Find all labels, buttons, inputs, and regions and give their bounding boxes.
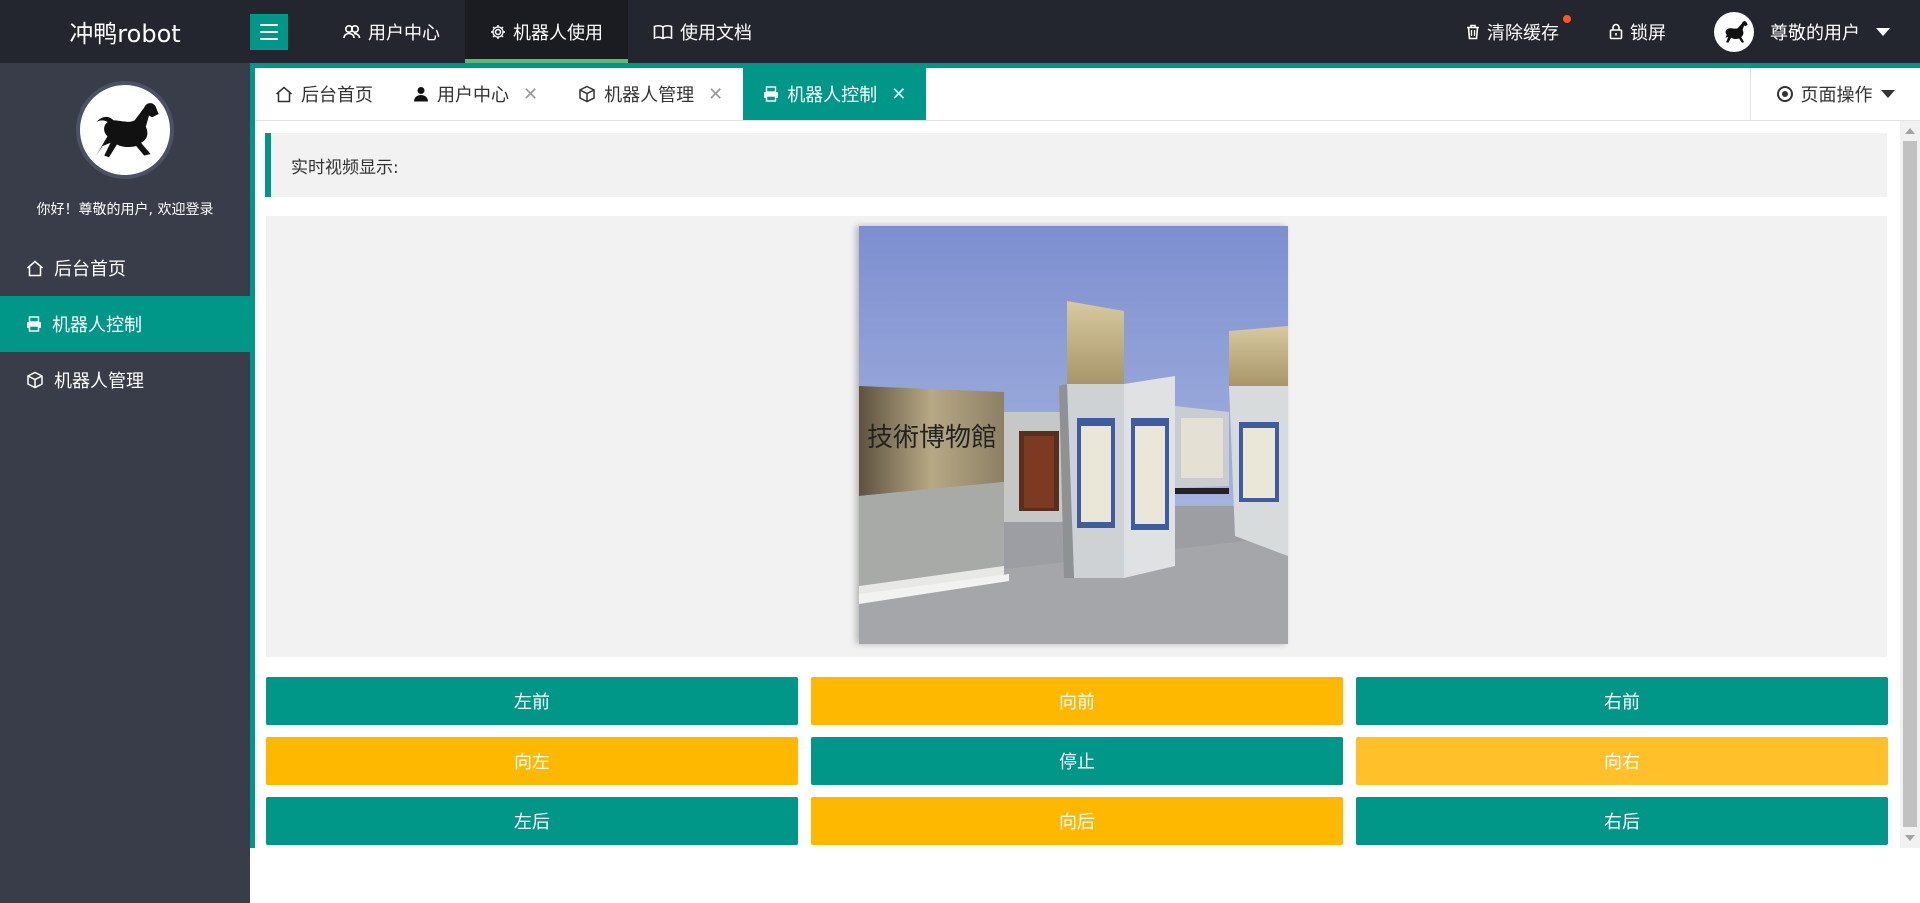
top-header: 冲鸭robot 用户中心 机器人使用 使用文档 清除缓存 锁屏 尊敬的用户 <box>0 0 1920 63</box>
top-nav-item-robot-use[interactable]: 机器人使用 <box>465 0 628 63</box>
top-nav-label: 机器人使用 <box>513 22 603 44</box>
forward-button[interactable]: 向前 <box>811 677 1343 725</box>
sidebar-item-home[interactable]: 后台首页 <box>0 240 250 296</box>
users-icon <box>343 24 361 40</box>
content-scrollbar[interactable] <box>1900 121 1920 848</box>
close-icon[interactable]: ✕ <box>708 84 723 105</box>
scroll-up-arrow-icon[interactable] <box>1905 128 1915 134</box>
trash-icon <box>1466 24 1480 40</box>
live-video-feed: 技術博物館 <box>859 226 1288 644</box>
top-nav-label: 用户中心 <box>368 22 440 44</box>
page-operations-label: 页面操作 <box>1800 85 1873 106</box>
page-operations-dropdown[interactable]: 页面操作 <box>1750 68 1920 120</box>
top-nav-label: 使用文档 <box>680 22 752 44</box>
home-icon <box>26 260 44 277</box>
clear-cache-label: 清除缓存 <box>1487 22 1559 44</box>
video-section-title: 实时视频显示: <box>265 133 1887 197</box>
stop-button[interactable]: 停止 <box>811 737 1343 785</box>
clear-cache-button[interactable]: 清除缓存 <box>1466 14 1571 45</box>
horse-logo-icon <box>1723 20 1748 43</box>
cube-icon <box>26 371 44 389</box>
header-right: 清除缓存 锁屏 尊敬的用户 <box>1466 0 1920 63</box>
tab-bar: 后台首页 用户中心 ✕ 机器人管理 ✕ 机器人控制 ✕ 页面操作 <box>255 68 1920 121</box>
avatar <box>76 81 174 179</box>
sidebar-item-label: 机器人管理 <box>54 371 144 392</box>
lock-icon <box>1609 23 1623 40</box>
printer-icon <box>26 316 42 332</box>
video-container: 技術博物館 <box>266 216 1887 657</box>
tab-home[interactable]: 后台首页 <box>255 68 393 120</box>
tab-label: 机器人管理 <box>604 85 695 106</box>
backward-button[interactable]: 向后 <box>811 797 1343 845</box>
user-name: 尊敬的用户 <box>1770 22 1860 44</box>
home-icon <box>275 86 293 103</box>
user-menu[interactable]: 尊敬的用户 <box>1714 11 1890 52</box>
side-nav: 后台首页 机器人控制 机器人管理 <box>0 240 250 408</box>
tab-label: 机器人控制 <box>787 85 878 106</box>
hamburger-line <box>260 38 278 40</box>
lock-screen-button[interactable]: 锁屏 <box>1609 19 1666 45</box>
sidebar-item-robot-control[interactable]: 机器人控制 <box>0 296 250 352</box>
svg-text:技術博物館: 技術博物館 <box>867 423 997 453</box>
top-nav-item-docs[interactable]: 使用文档 <box>628 0 777 63</box>
scrollbar-thumb[interactable] <box>1903 141 1917 827</box>
back-right-button[interactable]: 右后 <box>1356 797 1888 845</box>
back-left-button[interactable]: 左后 <box>266 797 798 845</box>
sidebar-item-label: 机器人控制 <box>52 315 142 336</box>
welcome-text: 你好！尊敬的用户, 欢迎登录 <box>36 202 214 218</box>
top-nav: 用户中心 机器人使用 使用文档 <box>318 0 777 63</box>
close-icon[interactable]: ✕ <box>891 84 906 105</box>
scroll-down-arrow-icon[interactable] <box>1905 835 1915 841</box>
video-frame-image: 技術博物館 <box>859 226 1288 644</box>
sidebar-item-robot-management[interactable]: 机器人管理 <box>0 352 250 408</box>
lock-screen-label: 锁屏 <box>1630 22 1666 44</box>
menu-toggle-button[interactable] <box>250 14 288 50</box>
tab-label: 用户中心 <box>437 85 509 106</box>
chevron-down-icon <box>1880 90 1895 98</box>
user-icon <box>413 86 429 102</box>
top-nav-item-user-center[interactable]: 用户中心 <box>318 0 465 63</box>
hamburger-line <box>260 24 278 26</box>
sidebar: 你好！尊敬的用户, 欢迎登录 后台首页 机器人控制 机器人管理 <box>0 63 250 903</box>
printer-icon <box>763 86 779 102</box>
turn-left-button[interactable]: 向左 <box>266 737 798 785</box>
forward-left-button[interactable]: 左前 <box>266 677 798 725</box>
turn-right-button[interactable]: 向右 <box>1356 737 1888 785</box>
robot-control-pad: 左前 向前 右前 向左 停止 向右 左后 向后 右后 <box>266 677 1888 845</box>
target-icon <box>1776 86 1793 102</box>
tab-user-center[interactable]: 用户中心 ✕ <box>393 68 558 120</box>
horse-logo-icon <box>96 103 159 158</box>
hamburger-line <box>260 31 278 33</box>
chevron-down-icon <box>1876 27 1890 36</box>
cube-icon <box>578 85 596 103</box>
book-icon <box>653 24 673 40</box>
avatar <box>1714 11 1754 52</box>
gear-icon <box>490 24 506 40</box>
main-content: 实时视频显示: 技術博物館 左前 向前 右前 向左 停止 向右 左后 向后 右后 <box>255 121 1900 848</box>
sidebar-item-label: 后台首页 <box>54 259 126 280</box>
app-logo[interactable]: 冲鸭robot <box>0 0 250 63</box>
tab-label: 后台首页 <box>301 85 373 106</box>
close-icon[interactable]: ✕ <box>523 84 538 105</box>
notification-dot <box>1563 14 1571 23</box>
tab-robot-control[interactable]: 机器人控制 ✕ <box>743 68 927 120</box>
tab-robot-management[interactable]: 机器人管理 ✕ <box>558 68 743 120</box>
tabs: 后台首页 用户中心 ✕ 机器人管理 ✕ 机器人控制 ✕ <box>255 68 1920 120</box>
forward-right-button[interactable]: 右前 <box>1356 677 1888 725</box>
